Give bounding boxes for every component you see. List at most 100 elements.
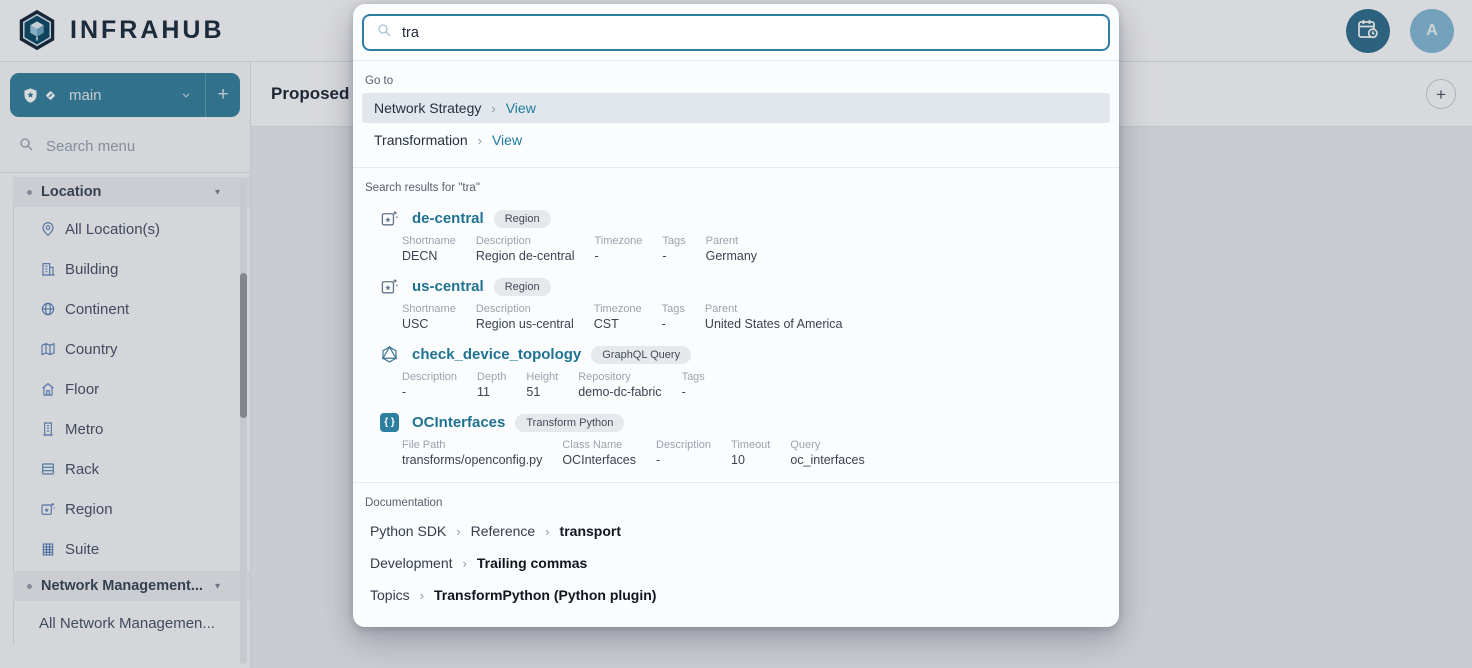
search-result-ocinterfaces[interactable]: { } OCInterfaces Transform Python File Path…	[362, 404, 1110, 472]
field-value: -	[682, 385, 705, 399]
field-label: Timezone	[594, 303, 642, 315]
result-field-tags: Tags -	[682, 371, 705, 399]
result-title[interactable]: de-central	[412, 210, 484, 227]
goto-section: Go to Network Strategy›ViewTransformatio…	[353, 60, 1119, 167]
result-field-description: DescriptionRegion de-central	[476, 235, 575, 263]
goto-section-label: Go to	[365, 75, 1110, 87]
result-title[interactable]: us-central	[412, 278, 484, 295]
doc-breadcrumb-part: Topics	[370, 587, 410, 603]
result-head: { } OCInterfaces Transform Python	[380, 413, 1110, 432]
goto-row-transformation[interactable]: Transformation › View	[362, 125, 1110, 155]
field-value: 51	[526, 385, 558, 399]
result-field-shortname: ShortnameDECN	[402, 235, 456, 263]
field-value: -	[656, 453, 711, 467]
field-label: Timeout	[731, 439, 770, 451]
result-kind-badge: GraphQL Query	[591, 346, 691, 364]
doc-breadcrumb-part: Python SDK	[370, 523, 446, 539]
goto-name: Transformation	[374, 132, 468, 148]
view-link[interactable]: View	[506, 100, 536, 116]
doc-breadcrumb-part: Reference	[471, 523, 536, 539]
field-value: -	[402, 385, 457, 399]
field-label: Tags	[682, 371, 705, 383]
result-kind-badge: Transform Python	[515, 414, 624, 432]
chevron-right-icon: ›	[463, 556, 467, 571]
view-link[interactable]: View	[492, 132, 522, 148]
field-value: OCInterfaces	[562, 453, 636, 467]
result-field-tags: Tags-	[662, 303, 685, 331]
result-field-class-name: Class Name OCInterfaces	[562, 439, 636, 467]
documentation-row-trailing-commas[interactable]: Development › Trailing commas	[362, 547, 1110, 579]
field-label: Description	[476, 235, 575, 247]
result-title[interactable]: check_device_topology	[412, 346, 581, 363]
search-result-us-central[interactable]: us-centralRegionShortnameUSCDescriptionR…	[362, 268, 1110, 336]
search-input-wrap	[353, 4, 1119, 60]
chevron-right-icon: ›	[545, 524, 549, 539]
documentation-section-label: Documentation	[365, 497, 1110, 509]
field-value: transforms/openconfig.py	[402, 453, 542, 467]
field-label: Description	[656, 439, 711, 451]
field-value: 10	[731, 453, 770, 467]
field-label: File Path	[402, 439, 542, 451]
result-field-query: Query oc_interfaces	[790, 439, 864, 467]
field-label: Tags	[662, 235, 685, 247]
search-result-check-device-topology[interactable]: check_device_topology GraphQL Query Descri…	[362, 336, 1110, 404]
result-head: check_device_topology GraphQL Query	[380, 345, 1110, 364]
field-value: demo-dc-fabric	[578, 385, 661, 399]
result-field-repository: Repository demo-dc-fabric	[578, 371, 661, 399]
result-field-description: Description -	[656, 439, 711, 467]
result-fields: File Path transforms/openconfig.py Class N…	[402, 439, 1110, 467]
result-field-timezone: Timezone -	[594, 235, 642, 263]
result-title[interactable]: OCInterfaces	[412, 414, 505, 431]
field-label: Query	[790, 439, 864, 451]
documentation-row-transport[interactable]: Python SDK › Reference › transport	[362, 515, 1110, 547]
documentation-section: Documentation Python SDK › Reference › trans…	[353, 482, 1119, 627]
chevron-right-icon: ›	[420, 588, 424, 603]
field-value: United States of America	[705, 317, 843, 331]
result-field-timeout: Timeout 10	[731, 439, 770, 467]
python-transform-icon: { }	[380, 413, 399, 432]
global-search-input[interactable]	[402, 25, 1096, 41]
field-label: Height	[526, 371, 558, 383]
goto-name: Network Strategy	[374, 100, 481, 116]
field-label: Class Name	[562, 439, 636, 451]
field-label: Parent	[706, 235, 757, 247]
result-field-depth: Depth 11	[477, 371, 506, 399]
search-input-box[interactable]	[362, 14, 1110, 51]
graphql-icon	[380, 345, 399, 364]
result-field-height: Height 51	[526, 371, 558, 399]
result-head: us-centralRegion	[380, 277, 1110, 296]
field-value: Region us-central	[476, 317, 574, 331]
goto-row-network-strategy[interactable]: Network Strategy › View	[362, 93, 1110, 123]
doc-breadcrumb-target: TransformPython (Python plugin)	[434, 587, 656, 603]
search-icon	[376, 22, 392, 43]
field-value: oc_interfaces	[790, 453, 864, 467]
results-section-label: Search results for "tra"	[365, 182, 1110, 194]
chevron-right-icon: ›	[456, 524, 460, 539]
field-value: -	[662, 249, 685, 263]
field-label: Timezone	[594, 235, 642, 247]
result-field-tags: Tags -	[662, 235, 685, 263]
doc-breadcrumb-target: Trailing commas	[477, 555, 587, 571]
field-label: Shortname	[402, 303, 456, 315]
result-field-description: Description-	[402, 371, 457, 399]
field-value: Germany	[706, 249, 757, 263]
result-fields: Description- Depth 11 Height 51 Repository dem…	[402, 371, 1110, 399]
result-field-shortname: ShortnameUSC	[402, 303, 456, 331]
result-head: de-central Region	[380, 209, 1110, 228]
field-label: Depth	[477, 371, 506, 383]
field-value: -	[594, 249, 642, 263]
result-field-parent: ParentUnited States of America	[705, 303, 843, 331]
search-result-de-central[interactable]: de-central Region ShortnameDECN Description…	[362, 200, 1110, 268]
field-value: 11	[477, 385, 506, 399]
result-field-timezone: TimezoneCST	[594, 303, 642, 331]
chevron-right-icon: ›	[478, 133, 482, 148]
result-field-file-path: File Path transforms/openconfig.py	[402, 439, 542, 467]
result-field-parent: Parent Germany	[706, 235, 757, 263]
documentation-row-transformpython-python-plugin[interactable]: Topics › TransformPython (Python plugin)	[362, 579, 1110, 611]
doc-breadcrumb-part: Development	[370, 555, 453, 571]
result-kind-badge: Region	[494, 210, 551, 228]
chevron-right-icon: ›	[491, 101, 495, 116]
doc-breadcrumb-target: transport	[560, 523, 621, 539]
field-label: Repository	[578, 371, 661, 383]
result-fields: ShortnameDECN DescriptionRegion de-centra…	[402, 235, 1110, 263]
